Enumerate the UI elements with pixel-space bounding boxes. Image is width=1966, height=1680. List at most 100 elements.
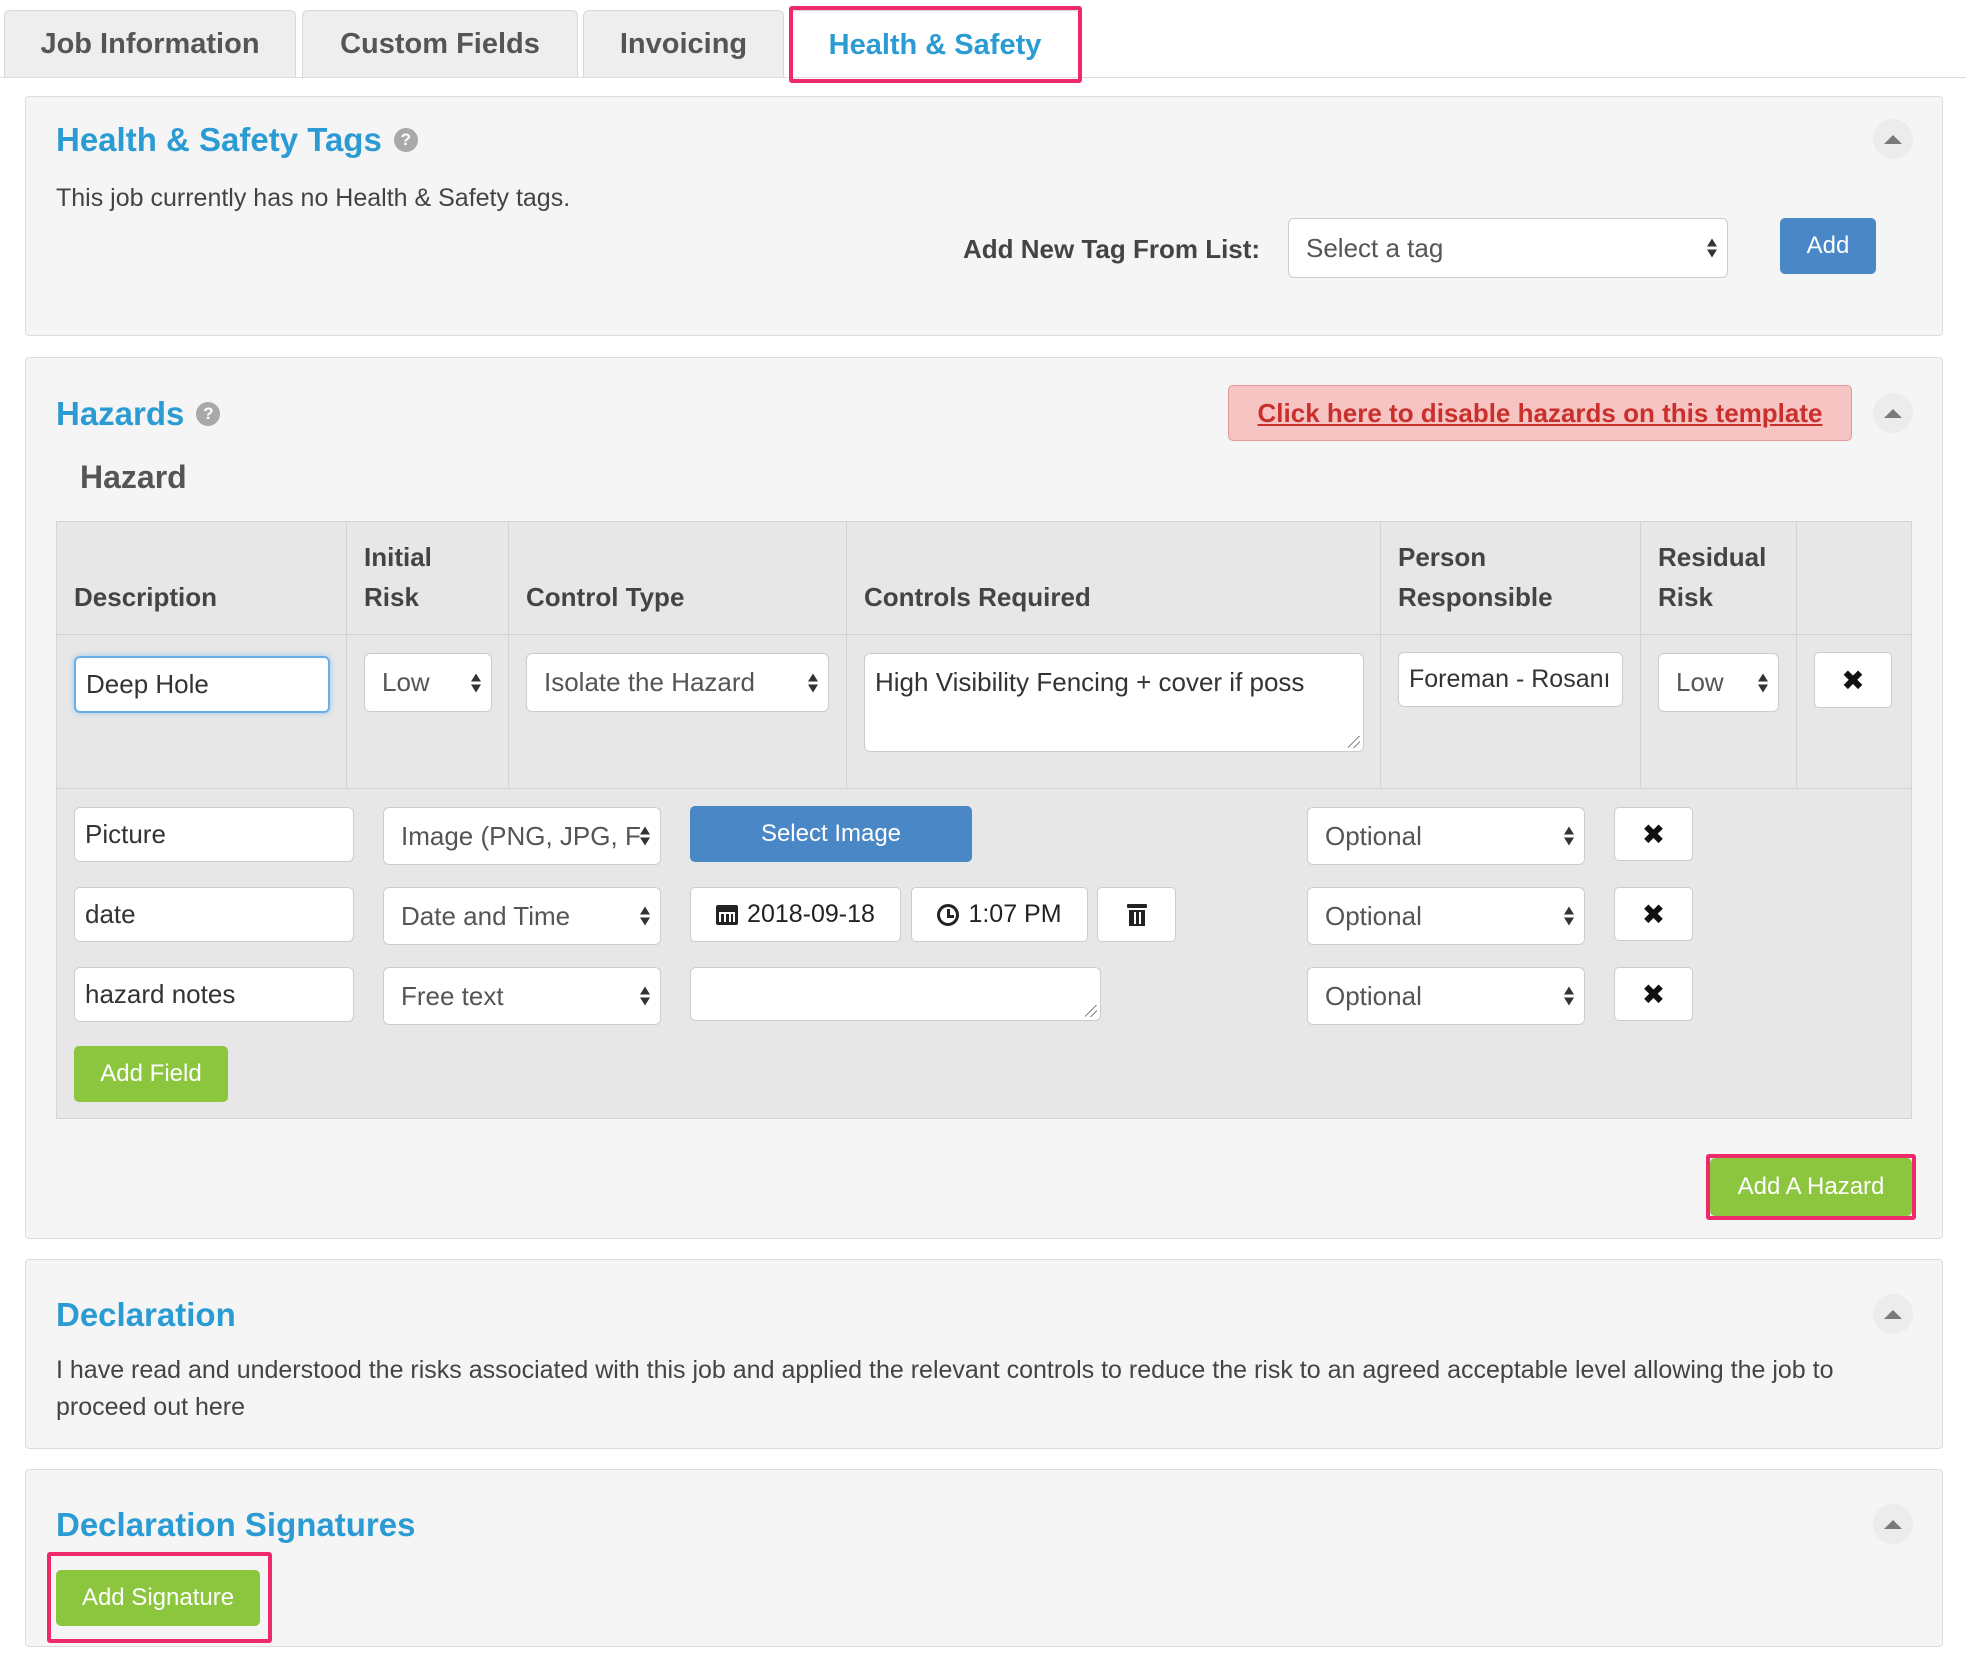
- clock-icon: [937, 903, 960, 926]
- chevron-up-icon: [1884, 1519, 1902, 1529]
- close-icon: ✖: [1641, 898, 1666, 930]
- add-signature-button[interactable]: Add Signature: [56, 1570, 260, 1626]
- column-divider: [1640, 522, 1641, 788]
- declaration-title: Declaration: [56, 1296, 236, 1333]
- residual-risk-select[interactable]: Low: [1658, 653, 1779, 712]
- add-tag-button[interactable]: Add: [1780, 218, 1876, 274]
- time-value: 1:07 PM: [968, 900, 1062, 928]
- column-header-controls-required: Controls Required: [864, 582, 1091, 612]
- tab-bar: Job Information Custom Fields Invoicing …: [0, 0, 1966, 80]
- remove-hazard-button[interactable]: ✖: [1814, 652, 1892, 708]
- tab-divider: [0, 77, 1966, 78]
- column-header-initial-risk-line2: Risk: [364, 582, 419, 612]
- column-header-residual-risk-line2: Risk: [1658, 582, 1713, 612]
- hazards-panel-header: Hazards ?: [56, 391, 221, 437]
- person-responsible-input[interactable]: Foreman - Rosanı: [1398, 652, 1623, 707]
- tags-empty-text: This job currently has no Health & Safet…: [56, 184, 571, 212]
- hazard-description-input[interactable]: Deep Hole: [74, 656, 330, 713]
- close-icon: ✖: [1841, 664, 1865, 696]
- collapse-signatures-button[interactable]: [1873, 1504, 1913, 1544]
- select-arrows-icon: [1564, 826, 1574, 846]
- field-name-input-date[interactable]: date: [74, 887, 354, 942]
- controls-required-value: High Visibility Fencing + cover if poss: [875, 667, 1305, 697]
- time-picker-button[interactable]: 1:07 PM: [911, 887, 1088, 942]
- tag-select[interactable]: Select a tag: [1288, 218, 1728, 278]
- field-name-input-picture[interactable]: Picture: [74, 807, 354, 862]
- select-arrows-icon: [1707, 238, 1717, 258]
- control-type-value: Isolate the Hazard: [544, 667, 756, 697]
- tab-invoicing[interactable]: Invoicing: [583, 10, 784, 78]
- clear-date-button[interactable]: [1097, 887, 1176, 942]
- field-type-select-date[interactable]: Date and Time: [383, 887, 661, 945]
- header-divider: [57, 634, 1911, 635]
- column-header-person-responsible-line1: Person: [1398, 542, 1487, 572]
- field-type-value: Free text: [401, 980, 504, 1011]
- tab-job-information[interactable]: Job Information: [4, 10, 296, 78]
- remove-field-button[interactable]: ✖: [1614, 887, 1693, 941]
- date-value: 2018-09-18: [747, 900, 875, 928]
- resize-handle-icon[interactable]: [1348, 736, 1360, 748]
- field-required-select-picture[interactable]: Optional: [1307, 807, 1585, 865]
- column-header-control-type: Control Type: [526, 582, 685, 612]
- field-required-value: Optional: [1325, 900, 1422, 931]
- tab-health-safety[interactable]: Health & Safety: [790, 10, 1080, 80]
- collapse-tags-button[interactable]: [1873, 119, 1913, 159]
- calendar-icon: [716, 904, 739, 925]
- field-type-value: Date and Time: [401, 900, 571, 931]
- field-name-input-hazard-notes[interactable]: hazard notes: [74, 967, 354, 1022]
- field-required-select-date[interactable]: Optional: [1307, 887, 1585, 945]
- signatures-title: Declaration Signatures: [56, 1506, 416, 1543]
- select-arrows-icon: [640, 986, 650, 1006]
- collapse-declaration-button[interactable]: [1873, 1294, 1913, 1334]
- row-divider: [57, 788, 1911, 789]
- resize-handle-icon[interactable]: [1085, 1005, 1097, 1017]
- field-required-select-hazard-notes[interactable]: Optional: [1307, 967, 1585, 1025]
- trash-icon: [1126, 903, 1147, 926]
- initial-risk-value: Low: [382, 667, 430, 697]
- column-header-description: Description: [74, 582, 218, 612]
- select-arrows-icon: [1564, 906, 1574, 926]
- select-arrows-icon: [808, 673, 818, 692]
- declaration-text-line2: proceed out here: [56, 1393, 246, 1421]
- disable-hazards-link[interactable]: Click here to disable hazards on this te…: [1228, 385, 1852, 441]
- help-icon[interactable]: ?: [393, 128, 418, 152]
- add-hazard-button[interactable]: Add A Hazard: [1710, 1158, 1912, 1216]
- column-divider: [346, 522, 347, 788]
- controls-required-textarea[interactable]: High Visibility Fencing + cover if poss: [864, 653, 1364, 752]
- column-header-person-responsible-line2: Responsible: [1398, 582, 1553, 612]
- select-arrows-icon: [640, 906, 650, 926]
- help-icon[interactable]: ?: [196, 402, 221, 426]
- hazards-panel-title: Hazards: [56, 395, 185, 432]
- add-tag-label: Add New Tag From List:: [963, 234, 1261, 264]
- field-type-select-picture[interactable]: Image (PNG, JPG, F: [383, 807, 661, 865]
- hazard-notes-textarea[interactable]: [690, 967, 1101, 1021]
- field-required-value: Optional: [1325, 980, 1422, 1011]
- field-required-value: Optional: [1325, 820, 1422, 851]
- column-divider: [1796, 522, 1797, 788]
- select-arrows-icon: [640, 826, 650, 846]
- tab-custom-fields[interactable]: Custom Fields: [302, 10, 578, 78]
- column-divider: [508, 522, 509, 788]
- remove-field-button[interactable]: ✖: [1614, 967, 1693, 1021]
- tags-panel-header: Health & Safety Tags ?: [56, 117, 418, 163]
- select-arrows-icon: [1564, 986, 1574, 1006]
- remove-field-button[interactable]: ✖: [1614, 807, 1693, 861]
- select-image-button[interactable]: Select Image: [690, 806, 972, 862]
- control-type-select[interactable]: Isolate the Hazard: [526, 653, 829, 712]
- field-type-select-hazard-notes[interactable]: Free text: [383, 967, 661, 1025]
- close-icon: ✖: [1641, 818, 1666, 850]
- chevron-up-icon: [1884, 1309, 1902, 1319]
- initial-risk-select[interactable]: Low: [364, 653, 492, 712]
- column-divider: [1380, 522, 1381, 788]
- add-field-button[interactable]: Add Field: [74, 1046, 228, 1102]
- column-divider: [846, 522, 847, 788]
- select-arrows-icon: [471, 673, 481, 692]
- signatures-panel: [25, 1469, 1943, 1647]
- hazard-subtitle: Hazard: [80, 459, 187, 495]
- select-arrows-icon: [1758, 673, 1768, 692]
- date-picker-button[interactable]: 2018-09-18: [690, 887, 901, 942]
- chevron-up-icon: [1884, 134, 1902, 144]
- collapse-hazards-button[interactable]: [1873, 393, 1913, 433]
- tags-panel-title: Health & Safety Tags: [56, 121, 382, 158]
- close-icon: ✖: [1641, 978, 1666, 1010]
